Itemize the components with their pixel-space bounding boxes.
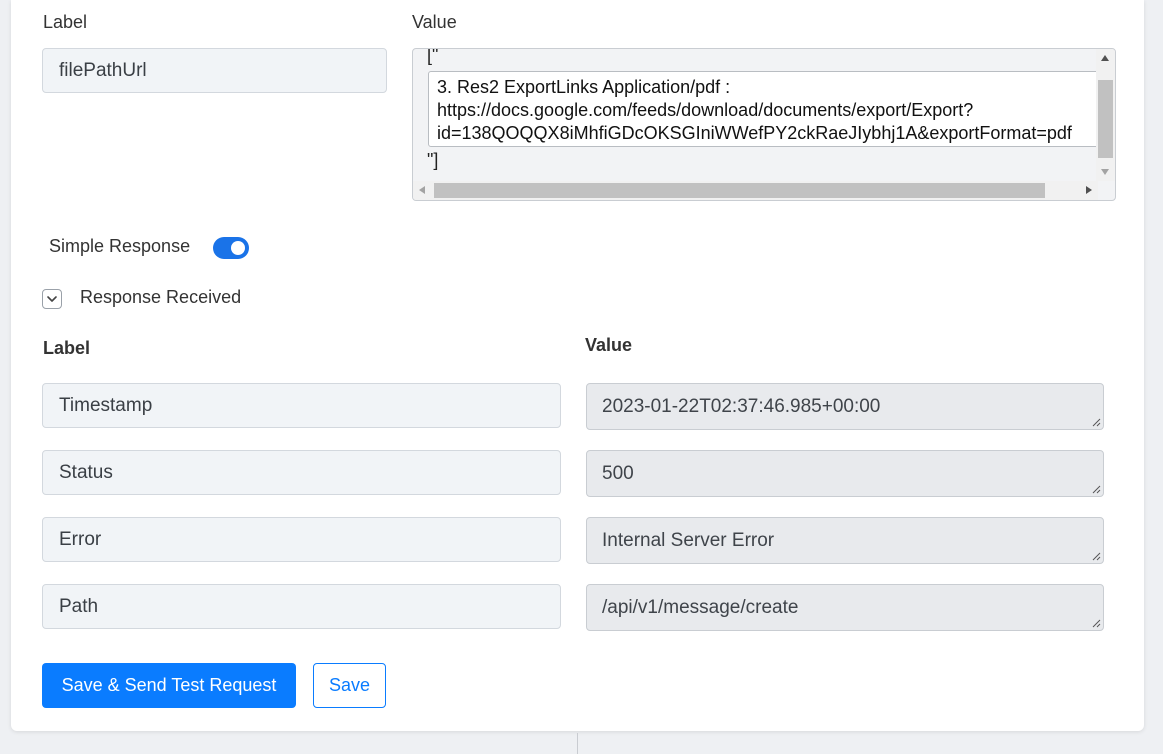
column-divider	[577, 733, 578, 754]
row-value-text: 2023-01-22T02:37:46.985+00:00	[602, 395, 881, 417]
response-value-heading: Value	[585, 335, 633, 355]
resize-grip-icon[interactable]	[1091, 484, 1101, 494]
label-heading: Label	[43, 12, 88, 32]
label-field[interactable]: filePathUrl	[42, 48, 387, 93]
resize-grip-icon[interactable]	[1091, 618, 1101, 628]
toggle-knob	[231, 241, 245, 255]
value-line-3: id=138QOQQX8iMhfiGDcOKSGIniWWefPY2ckRaeJ…	[437, 123, 1072, 143]
save-button[interactable]: Save	[313, 663, 386, 708]
row-value-text: 500	[602, 462, 634, 484]
response-row-value-path[interactable]: /api/v1/message/create	[586, 584, 1104, 631]
response-row-label-timestamp[interactable]: Timestamp	[42, 383, 561, 428]
response-row-value-timestamp[interactable]: 2023-01-22T02:37:46.985+00:00	[586, 383, 1104, 430]
value-heading: Value	[412, 12, 457, 32]
row-label-text: Timestamp	[59, 394, 153, 416]
response-label-heading: Label	[43, 338, 91, 358]
row-value-text: Internal Server Error	[602, 529, 775, 551]
row-value-text: /api/v1/message/create	[602, 596, 799, 618]
value-scroll-box[interactable]: [" 3. Res2 ExportLinks Application/pdf :…	[412, 48, 1116, 201]
value-line-1: 3. Res2 ExportLinks Application/pdf :	[437, 77, 731, 97]
value-prefix: ["	[427, 48, 439, 65]
request-config-card: Label Value filePathUrl [" 3. Res2 Expor…	[11, 0, 1144, 731]
simple-response-toggle[interactable]	[213, 237, 249, 259]
row-label-text: Error	[59, 528, 102, 550]
vertical-scrollbar[interactable]	[1096, 49, 1115, 181]
response-received-label: Response Received	[80, 287, 242, 307]
vertical-scroll-thumb[interactable]	[1098, 80, 1113, 158]
row-label-text: Path	[59, 595, 99, 617]
value-text-area[interactable]: 3. Res2 ExportLinks Application/pdf : ht…	[428, 71, 1108, 147]
value-line-2: https://docs.google.com/feeds/download/d…	[437, 100, 974, 120]
response-row-value-error[interactable]: Internal Server Error	[586, 517, 1104, 564]
response-row-label-error[interactable]: Error	[42, 517, 561, 562]
resize-grip-icon[interactable]	[1091, 417, 1101, 427]
scroll-left-arrow-icon[interactable]	[419, 186, 425, 194]
response-row-label-status[interactable]: Status	[42, 450, 561, 495]
horizontal-scroll-thumb[interactable]	[434, 183, 1045, 198]
chevron-down-icon	[47, 296, 57, 302]
scroll-down-arrow-icon[interactable]	[1101, 169, 1109, 175]
resize-grip-icon[interactable]	[1091, 551, 1101, 561]
scroll-up-arrow-icon[interactable]	[1101, 55, 1109, 61]
response-row-label-path[interactable]: Path	[42, 584, 561, 629]
response-received-collapse-button[interactable]	[42, 289, 62, 309]
save-and-send-test-request-button[interactable]: Save & Send Test Request	[42, 663, 296, 708]
scroll-right-arrow-icon[interactable]	[1086, 186, 1092, 194]
horizontal-scrollbar[interactable]	[413, 181, 1098, 200]
value-suffix: "]	[427, 150, 439, 170]
label-field-text: filePathUrl	[59, 59, 147, 81]
response-row-value-status[interactable]: 500	[586, 450, 1104, 497]
row-label-text: Status	[59, 461, 113, 483]
simple-response-label: Simple Response	[49, 236, 191, 256]
